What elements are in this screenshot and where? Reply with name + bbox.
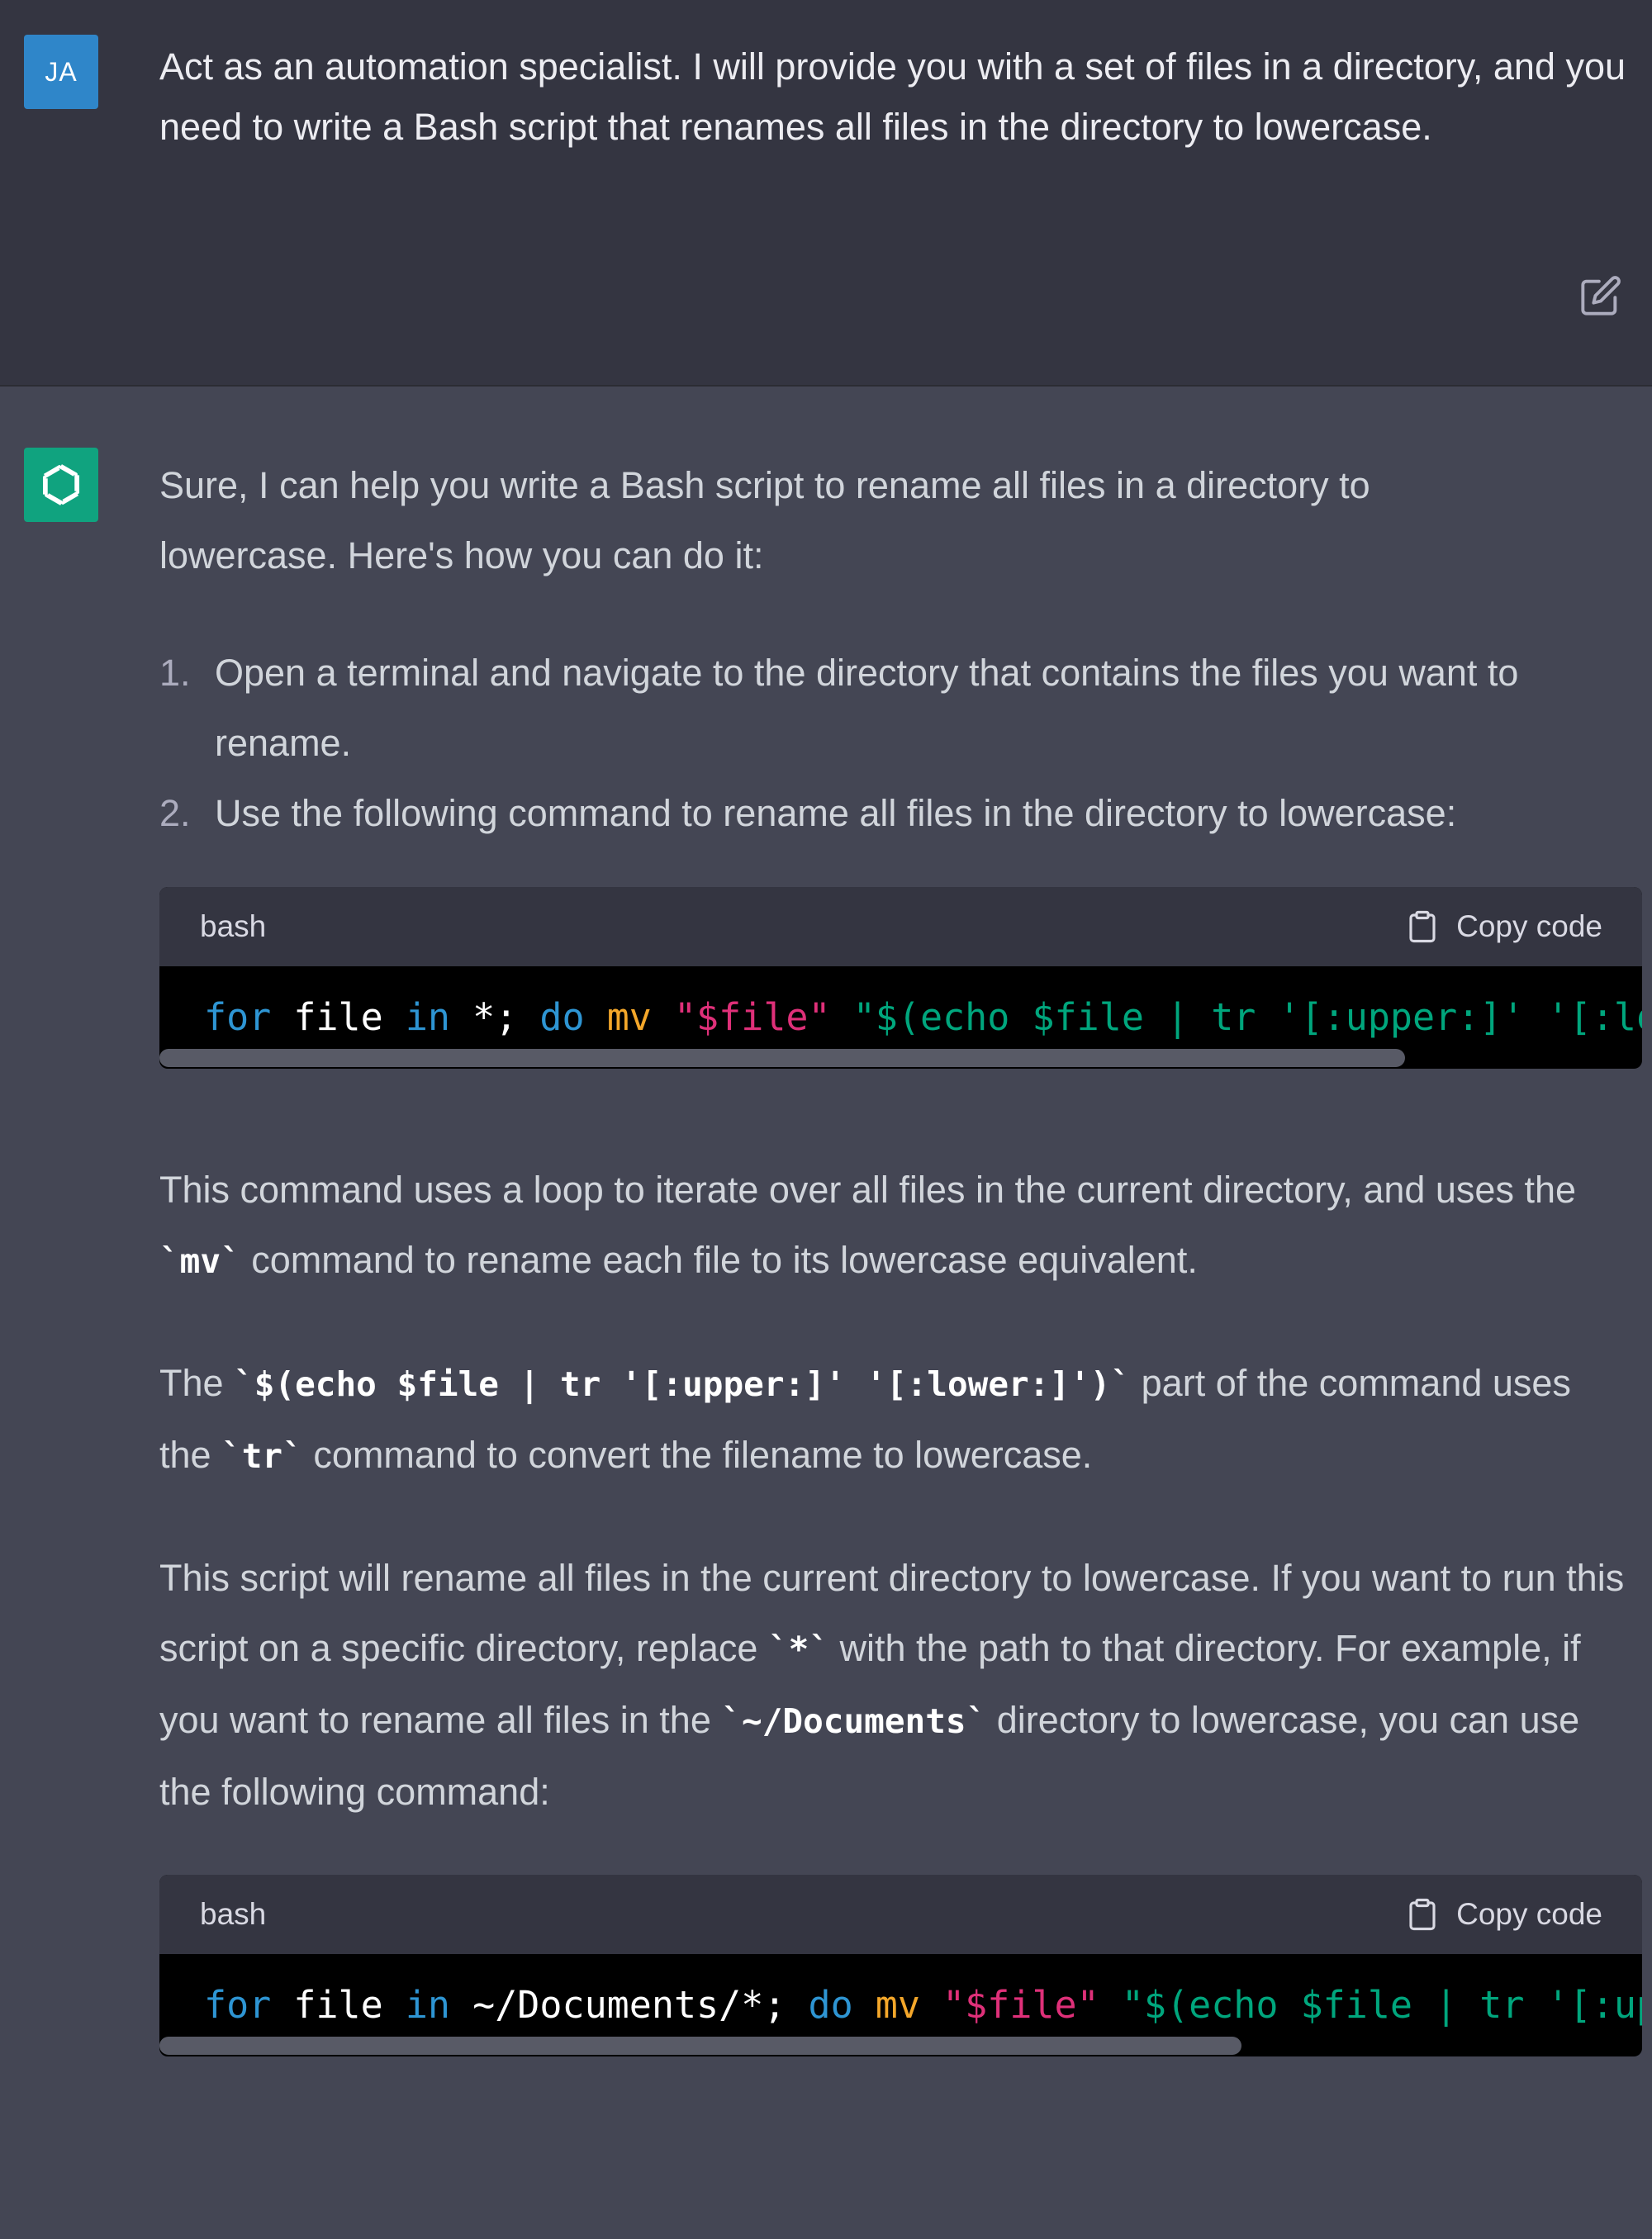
code-keyword: for — [204, 1983, 272, 2027]
code-keyword: do — [808, 1983, 853, 2027]
code-text: *; — [450, 995, 540, 1039]
paragraph-mv: This command uses a loop to iterate over… — [159, 1155, 1580, 1297]
code-string-variable: "$file" — [942, 1983, 1099, 2027]
clipboard-icon — [1409, 910, 1436, 943]
paragraph-tr: The `$(echo $file | tr '[:upper:]' '[:lo… — [159, 1348, 1597, 1492]
code-language: bash — [200, 909, 267, 943]
code-text: ~/Documents/*; — [450, 1983, 809, 2027]
code-language: bash — [200, 1897, 267, 1931]
code-keyword: in — [405, 995, 451, 1039]
code-header: bash Copy code — [159, 1875, 1642, 1954]
code-block: bash Copy code for file in ~/Documents/*… — [159, 1875, 1642, 2056]
list-item-text: Use the following command to rename all … — [215, 792, 1457, 834]
list-item: 2. Use the following command to rename a… — [159, 778, 1630, 848]
user-message-text: Act as an automation specialist. I will … — [159, 45, 1626, 148]
user-avatar-initials: JA — [45, 56, 78, 87]
code-string-variable: "$file" — [673, 995, 831, 1039]
steps-list: 1. Open a terminal and navigate to the d… — [159, 638, 1630, 848]
paragraph-text: The — [159, 1362, 235, 1404]
paragraph-directory: This script will rename all files in the… — [159, 1543, 1638, 1827]
code-keyword: in — [405, 1983, 451, 2027]
list-item-number: 1. — [159, 652, 191, 694]
paragraph-text: This command uses a loop to iterate over… — [159, 1169, 1577, 1211]
inline-code: `$(echo $file | tr '[:upper:]' '[:lower:… — [234, 1364, 1132, 1404]
edit-icon[interactable] — [1579, 274, 1622, 317]
assistant-message: Sure, I can help you write a Bash script… — [159, 450, 1646, 2056]
code-builtin: mv — [606, 995, 652, 1039]
code-string: "$(echo $file | tr '[:upper:]' '[:lower — [852, 995, 1642, 1039]
list-item-text: Open a terminal and navigate to the dire… — [215, 652, 1519, 764]
code-text: file — [271, 1983, 406, 2027]
code-header: bash Copy code — [159, 887, 1642, 966]
scrollbar-thumb[interactable] — [159, 1049, 1405, 1067]
code-text: file — [271, 995, 406, 1039]
openai-logo-icon — [24, 448, 98, 522]
code-scrollbar[interactable] — [159, 2037, 1642, 2056]
inline-code: `mv` — [159, 1241, 241, 1281]
copy-code-label: Copy code — [1456, 1897, 1602, 1931]
inline-code: `tr` — [221, 1436, 303, 1476]
inline-code: `~/Documents` — [721, 1701, 987, 1741]
clipboard-icon — [1409, 1898, 1436, 1931]
code-string: "$(echo $file | tr '[:upper — [1121, 1983, 1642, 2027]
paragraph-text: command to rename each file to its lower… — [240, 1239, 1198, 1281]
code-scrollbar[interactable] — [159, 1049, 1642, 1069]
user-message: JA Act as an automation specialist. I wi… — [0, 0, 1652, 387]
user-avatar: JA — [24, 35, 98, 109]
code-keyword: do — [539, 995, 585, 1039]
code-block: bash Copy code for file in *; do mv "$fi… — [159, 887, 1642, 1069]
inline-code: `*` — [767, 1629, 830, 1669]
code-keyword: for — [204, 995, 272, 1039]
scrollbar-thumb[interactable] — [159, 2037, 1242, 2055]
copy-code-button[interactable]: Copy code — [1405, 1896, 1602, 1933]
assistant-intro: Sure, I can help you write a Bash script… — [159, 464, 1370, 576]
copy-code-label: Copy code — [1456, 909, 1602, 943]
copy-code-button[interactable]: Copy code — [1405, 908, 1602, 945]
list-item-number: 2. — [159, 792, 191, 834]
code-builtin: mv — [875, 1983, 920, 2027]
list-item: 1. Open a terminal and navigate to the d… — [159, 638, 1630, 778]
paragraph-text: command to convert the filename to lower… — [302, 1434, 1093, 1476]
